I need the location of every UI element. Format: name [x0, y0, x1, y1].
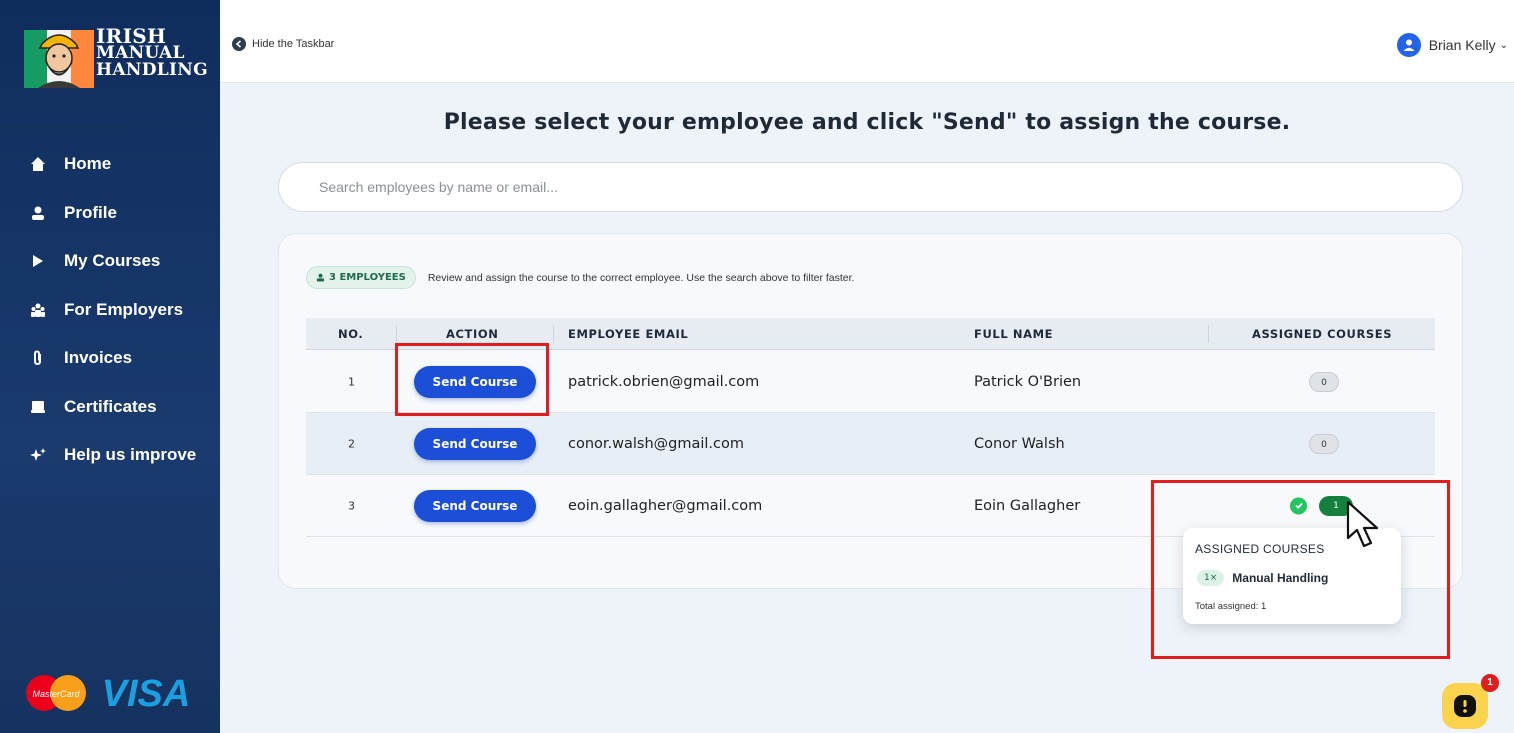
mastercard-text: MasterCard [32, 689, 80, 699]
table-row: 2 Send Course conor.walsh@gmail.com Cono… [306, 413, 1435, 475]
sidebar-item-profile[interactable]: Profile [0, 189, 220, 238]
column-divider [396, 325, 397, 343]
summary-description: Review and assign the course to the corr… [427, 271, 855, 284]
sidebar-item-certificates[interactable]: Certificates [0, 383, 220, 432]
avatar-icon [1396, 33, 1421, 57]
home-icon [30, 156, 46, 172]
user-icon [316, 273, 325, 282]
employee-count-label: 3 EMPLOYEES [329, 272, 406, 283]
course-name: Manual Handling [1232, 571, 1329, 585]
send-course-button[interactable]: Send Course [414, 489, 536, 522]
sidebar-item-label: For Employers [64, 299, 184, 319]
sparkle-icon [30, 447, 46, 463]
sidebar-item-home[interactable]: Home [0, 140, 220, 189]
chevron-down-icon: ⌄ [1499, 39, 1508, 51]
mastercard-visa-logos: MasterCard VISA [26, 673, 191, 715]
employee-count-badge: 3 EMPLOYEES [306, 266, 416, 289]
brand-name: IRISH MANUAL HANDLING [96, 26, 208, 80]
column-header-email: EMPLOYEE EMAIL [568, 327, 689, 341]
row-number: 1 [348, 375, 355, 388]
highlight-box-send-course [395, 343, 549, 416]
row-number: 2 [348, 437, 355, 450]
row-number: 3 [348, 499, 355, 512]
chat-icon [1454, 695, 1476, 717]
sidebar: IRISH MANUAL HANDLING Home Profile My Co… [0, 0, 220, 733]
sidebar-item-label: Help us improve [64, 445, 197, 465]
employee-email: conor.walsh@gmail.com [568, 435, 745, 452]
sidebar-item-label: Home [64, 154, 112, 174]
sidebar-item-my-courses[interactable]: My Courses [0, 237, 220, 286]
employee-full-name: Eoin Gallagher [974, 497, 1081, 514]
hide-taskbar-button[interactable]: Hide the Taskbar [232, 37, 334, 51]
team-icon [30, 302, 46, 318]
tooltip-title: ASSIGNED COURSES [1195, 542, 1325, 556]
page-title: Please select your employee and click "S… [443, 110, 1291, 135]
column-divider [553, 325, 554, 343]
payment-logos: MasterCard VISA [24, 668, 204, 718]
send-course-button[interactable]: Send Course [414, 427, 536, 460]
employee-email: eoin.gallagher@gmail.com [568, 497, 763, 514]
brand-logo[interactable]: IRISH MANUAL HANDLING [24, 20, 208, 96]
sidebar-item-label: Profile [64, 202, 117, 222]
sidebar-item-for-employers[interactable]: For Employers [0, 286, 220, 335]
sidebar-nav: Home Profile My Courses For Employers In… [0, 140, 220, 480]
arrow-left-circle-icon [232, 37, 246, 51]
sidebar-item-label: Certificates [64, 396, 157, 416]
hide-taskbar-label: Hide the Taskbar [252, 38, 335, 50]
summary-row: 3 EMPLOYEES Review and assign the course… [306, 266, 854, 289]
column-header-action: ACTION [446, 327, 499, 341]
tooltip-course-item: 1× Manual Handling [1197, 570, 1328, 586]
play-icon [30, 253, 46, 269]
sidebar-item-invoices[interactable]: Invoices [0, 334, 220, 383]
mouse-cursor-icon [1346, 500, 1379, 548]
user-name: Brian Kelly [1428, 37, 1496, 53]
sidebar-item-help-us-improve[interactable]: Help us improve [0, 431, 220, 480]
column-divider [1208, 325, 1209, 343]
column-header-name: FULL NAME [974, 327, 1054, 341]
column-header-no: NO. [338, 327, 364, 341]
notification-badge: 1 [1481, 674, 1499, 692]
visa-text: VISA [102, 673, 191, 715]
chat-widget-button[interactable] [1442, 683, 1488, 729]
employee-full-name: Patrick O'Brien [974, 373, 1082, 390]
brand-line-3: HANDLING [96, 60, 208, 80]
certificate-icon [30, 399, 46, 415]
column-header-assigned-courses: ASSIGNED COURSES [1252, 327, 1393, 341]
course-count-badge: 1× [1197, 570, 1225, 586]
sidebar-item-label: Invoices [64, 348, 133, 368]
employee-email: patrick.obrien@gmail.com [568, 373, 760, 390]
user-menu[interactable]: Brian Kelly ⌄ [1396, 33, 1508, 57]
assigned-courses-count[interactable]: 0 [1309, 433, 1339, 454]
tooltip-total: Total assigned: 1 [1195, 601, 1267, 612]
assigned-courses-count[interactable]: 0 [1309, 371, 1339, 392]
employee-full-name: Conor Walsh [974, 435, 1065, 452]
sidebar-item-label: My Courses [64, 251, 161, 271]
topbar: Hide the Taskbar Brian Kelly ⌄ [220, 0, 1514, 83]
user-icon [30, 205, 46, 221]
search-input[interactable] [278, 162, 1463, 212]
worker-mascot-icon [38, 34, 80, 88]
paperclip-icon [30, 350, 46, 366]
